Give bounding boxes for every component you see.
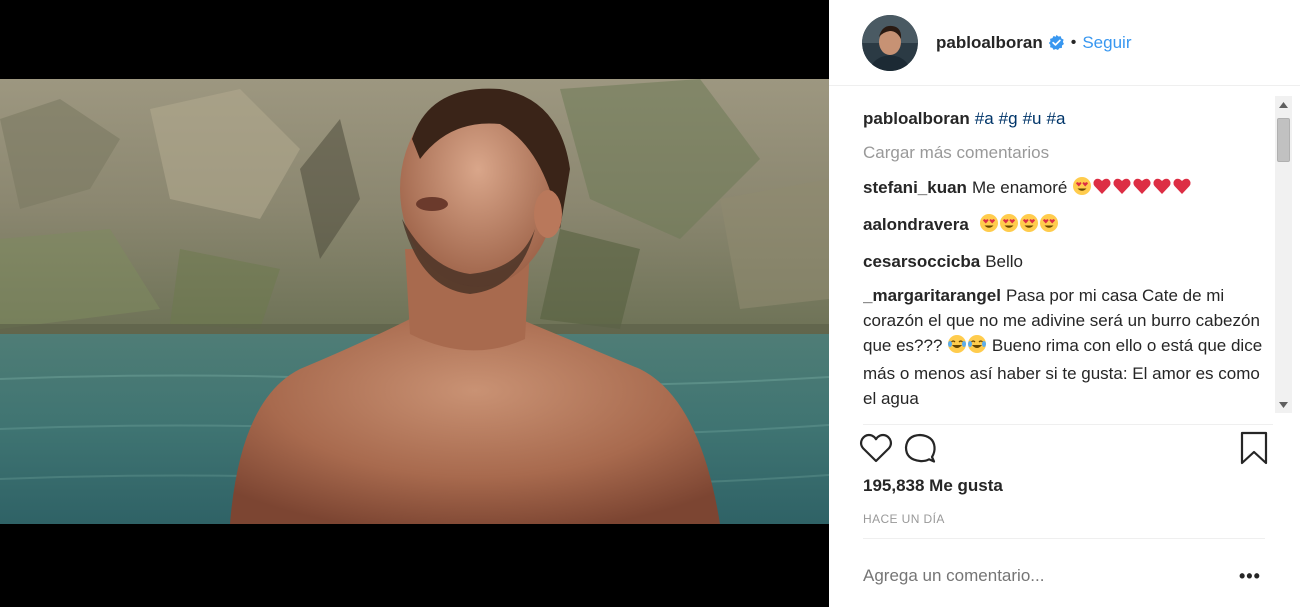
scrollbar-thumb[interactable] — [1277, 118, 1290, 162]
red-heart-emoji-icon — [1092, 176, 1112, 203]
red-heart-emoji-icon — [1112, 176, 1132, 203]
speech-bubble-icon[interactable] — [901, 429, 939, 467]
red-heart-emoji-icon — [1132, 176, 1152, 203]
comment-username[interactable]: cesarsoccicba — [863, 252, 980, 271]
comment-item: cesarsoccicba Bello — [863, 249, 1273, 274]
caption-username[interactable]: pabloalboran — [863, 109, 970, 128]
red-heart-emoji-icon — [1172, 176, 1192, 203]
verified-badge-icon — [1048, 34, 1065, 51]
comment-text: Bello — [985, 252, 1024, 271]
comment-item: aalondravera — [863, 212, 1273, 240]
heart-eyes-emoji-icon — [979, 213, 999, 240]
comment-item: _margaritarangel Pasa por mi casa Cate de… — [863, 283, 1273, 411]
post-timestamp[interactable]: HACE UN DÍA — [863, 512, 945, 526]
tears-of-joy-emoji-icon — [947, 334, 967, 361]
heart-eyes-emoji-icon — [1039, 213, 1059, 240]
comment-username[interactable]: aalondravera — [863, 215, 969, 234]
comments-list: pabloalboran #a #g #u #a Cargar más comentar… — [863, 106, 1273, 412]
comments-scrollbar[interactable] — [1275, 96, 1292, 413]
photo-image — [0, 79, 829, 524]
header-username[interactable]: pabloalboran — [936, 33, 1043, 53]
likes-count[interactable]: 195,838 Me gusta — [863, 476, 1003, 496]
divider — [863, 538, 1265, 539]
red-heart-emoji-icon — [1152, 176, 1172, 203]
tears-of-joy-emoji-icon — [967, 334, 987, 361]
arrow-down-icon[interactable] — [1275, 396, 1292, 413]
heart-outline-icon[interactable] — [857, 429, 895, 467]
header-separator: • — [1070, 33, 1077, 51]
post-header: pabloalboran • Seguir — [829, 0, 1300, 86]
bookmark-icon[interactable] — [1235, 429, 1273, 467]
comment-item: stefani_kuan Me enamoré — [863, 175, 1273, 203]
comment-username[interactable]: _margaritarangel — [863, 286, 1001, 305]
add-comment-input[interactable] — [863, 566, 1223, 586]
more-options-button[interactable]: ••• — [1239, 566, 1261, 587]
post-panel: pabloalboran • Seguir pabloalboran #a #g #u… — [829, 0, 1300, 607]
load-more-comments-button[interactable]: Cargar más comentarios — [863, 140, 1273, 165]
hashtag-link[interactable]: #a — [1047, 109, 1066, 128]
follow-button[interactable]: Seguir — [1082, 33, 1131, 53]
hashtag-link[interactable]: #u — [1023, 109, 1042, 128]
hashtag-link[interactable]: #a — [975, 109, 994, 128]
arrow-up-icon[interactable] — [1275, 96, 1292, 113]
post-media — [0, 0, 829, 607]
heart-eyes-emoji-icon — [1072, 176, 1092, 203]
comment-text: Me enamoré — [971, 178, 1068, 197]
heart-eyes-emoji-icon — [1019, 213, 1039, 240]
comment-username[interactable]: stefani_kuan — [863, 178, 967, 197]
caption: pabloalboran #a #g #u #a — [863, 106, 1273, 131]
avatar[interactable] — [862, 14, 918, 71]
heart-eyes-emoji-icon — [999, 213, 1019, 240]
post-actions — [859, 424, 1273, 468]
avatar-image — [862, 14, 918, 71]
hashtag-link[interactable]: #g — [999, 109, 1018, 128]
post-photo[interactable] — [0, 79, 829, 524]
